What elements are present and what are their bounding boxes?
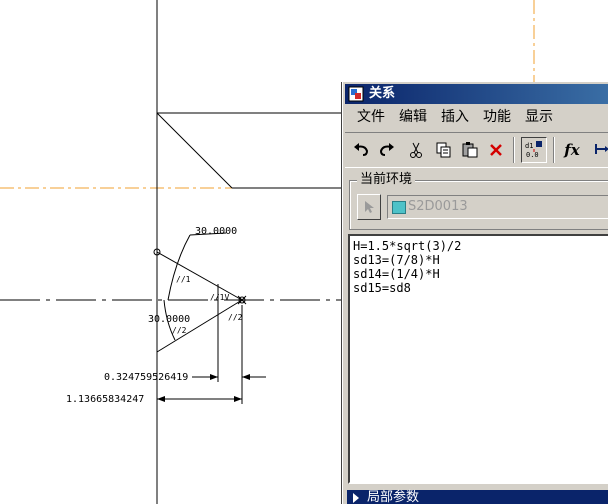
arrow-cursor-icon (365, 201, 374, 213)
current-environment-label: 当前环境 (357, 172, 416, 188)
expand-arrow-icon (353, 493, 359, 503)
constraint-parallel-3: //2 (228, 313, 243, 322)
select-environment-button[interactable] (357, 194, 381, 220)
function-icon[interactable]: fx (561, 139, 583, 161)
constraint-parallel-2: //2 (172, 326, 187, 335)
sketch-icon (392, 201, 406, 214)
toolbar-separator (513, 137, 515, 163)
svg-text:d1: d1 (525, 142, 533, 150)
relations-dialog[interactable]: 关系 文件 编辑 插入 功能 显示 d1 0.0 fx 当前环境 S2D0013… (342, 82, 608, 504)
delete-icon[interactable] (485, 139, 507, 161)
constraint-parallel-4: //1V (210, 293, 229, 302)
relation-line: H=1.5*sqrt(3)/2 (353, 239, 462, 253)
svg-text:0.0: 0.0 (526, 151, 539, 159)
redo-icon[interactable] (375, 139, 397, 161)
relations-app-icon (348, 86, 364, 102)
profile-line-slope (156, 112, 233, 189)
svg-text:1.13665834247: 1.13665834247 (66, 394, 144, 405)
environment-field[interactable]: S2D0013 (387, 195, 608, 219)
constraint-parallel-1: //1 (176, 275, 191, 284)
title-bar[interactable]: 关系 (345, 84, 608, 104)
menu-bar: 文件 编辑 插入 功能 显示 (345, 106, 608, 128)
undo-icon[interactable] (351, 139, 373, 161)
local-parameters-label: 局部参数 (367, 490, 420, 504)
relations-editor[interactable]: H=1.5*sqrt(3)/2 sd13=(7/8)*H sd14=(1/4)*… (348, 234, 608, 484)
relation-line: sd14=(1/4)*H (353, 267, 440, 281)
relation-line: sd13=(7/8)*H (353, 253, 440, 267)
menu-edit[interactable]: 编辑 (399, 108, 427, 126)
evaluate-icon[interactable] (593, 139, 608, 161)
menu-insert[interactable]: 插入 (441, 108, 469, 126)
toolbar: d1 0.0 fx (345, 132, 608, 168)
switch-dims-icon[interactable]: d1 0.0 (521, 137, 547, 163)
paste-icon[interactable] (459, 139, 481, 161)
triangle-sketch[interactable] (156, 251, 243, 353)
environment-value: S2D0013 (408, 199, 468, 214)
cut-icon[interactable] (405, 139, 427, 161)
dimension-outer[interactable]: 1.13665834247 (66, 394, 242, 405)
menu-display[interactable]: 显示 (525, 108, 553, 126)
svg-text:0.324759526419: 0.324759526419 (104, 372, 188, 383)
window-title: 关系 (369, 86, 396, 101)
toolbar-separator-2 (553, 137, 555, 163)
angle-arc-top (167, 234, 191, 301)
copy-icon[interactable] (433, 139, 455, 161)
angle-dim-top[interactable]: 30.0000 (195, 226, 237, 237)
local-parameters-section[interactable]: 局部参数 (347, 490, 608, 504)
relation-line: sd15=sd8 (353, 281, 411, 295)
menu-file[interactable]: 文件 (357, 108, 385, 126)
angle-dim-bottom[interactable]: 30.0000 (148, 314, 190, 325)
menu-function[interactable]: 功能 (483, 108, 511, 126)
